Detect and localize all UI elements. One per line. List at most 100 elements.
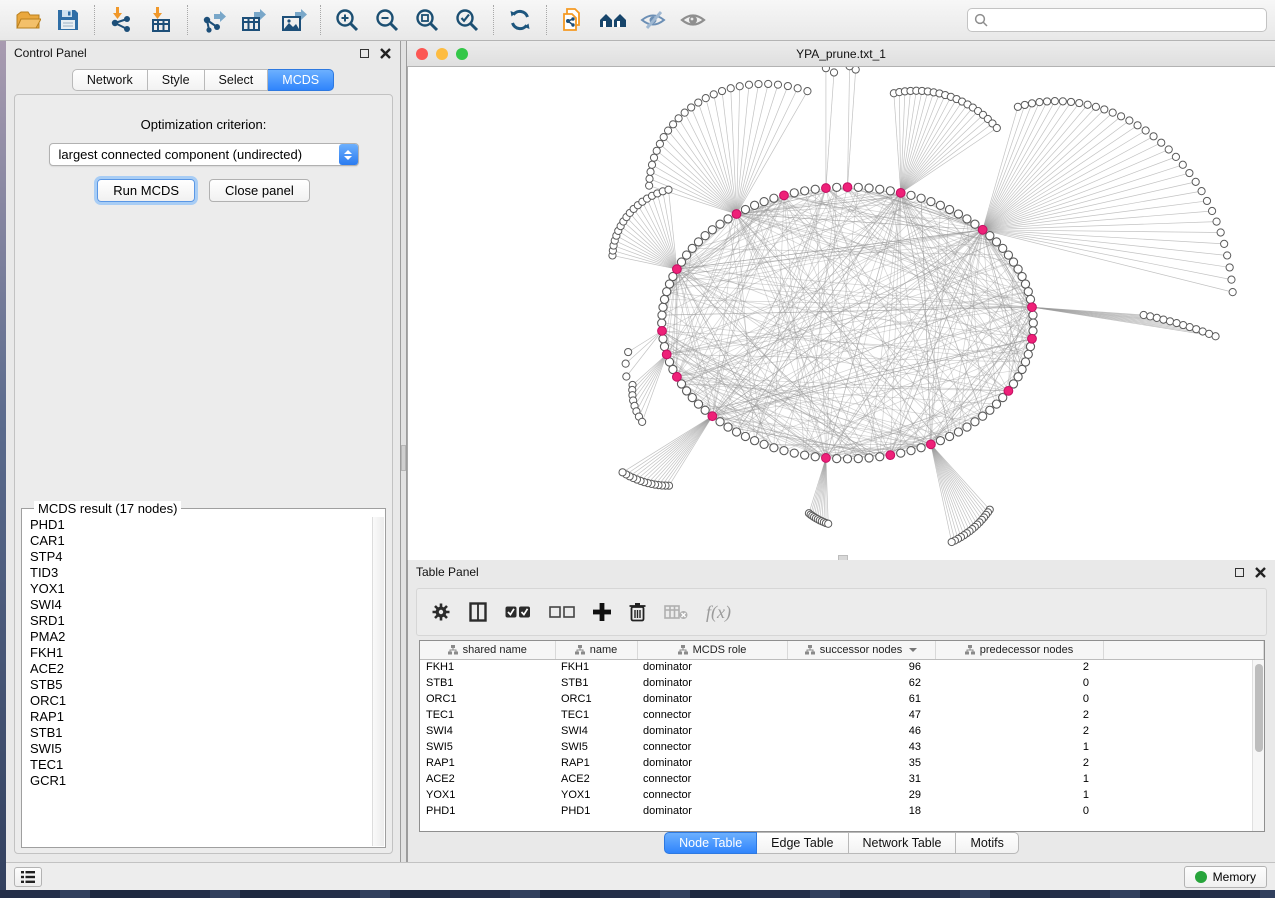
zoom-in-button[interactable] [327,3,367,37]
table-row[interactable]: SWI5SWI5connector431 [420,739,1264,755]
tab-select[interactable]: Select [205,69,269,91]
table-cell[interactable]: 0 [935,691,1103,707]
table-cell[interactable]: 62 [787,675,935,691]
tab-network[interactable]: Network [72,69,148,91]
deselect-all-button[interactable] [549,605,575,619]
table-cell[interactable]: dominator [637,659,787,675]
home-pair-button[interactable] [593,3,633,37]
table-cell[interactable]: 31 [787,771,935,787]
search-box[interactable] [967,8,1267,32]
float-panel-icon[interactable] [1233,566,1246,579]
mcds-result-item[interactable]: YOX1 [30,581,372,597]
table-cell[interactable]: 43 [787,739,935,755]
table-cell[interactable]: TEC1 [555,707,637,723]
table-cell[interactable]: YOX1 [555,787,637,803]
table-cell[interactable]: 0 [935,675,1103,691]
table-cell[interactable]: YOX1 [420,787,555,803]
close-panel-icon[interactable] [1254,566,1267,579]
table-cell[interactable]: 61 [787,691,935,707]
table-row[interactable]: PHD1PHD1dominator180 [420,803,1264,819]
mcds-result-item[interactable]: CAR1 [30,533,372,549]
table-cell[interactable]: RAP1 [420,755,555,771]
table-row[interactable]: ORC1ORC1dominator610 [420,691,1264,707]
table-settings-button[interactable] [431,602,451,622]
table-cell[interactable]: 1 [935,771,1103,787]
mcds-result-item[interactable]: ACE2 [30,661,372,677]
mcds-result-item[interactable]: STB5 [30,677,372,693]
table-cell[interactable]: 1 [935,787,1103,803]
table-tab-motifs[interactable]: Motifs [956,832,1018,854]
table-cell[interactable]: 2 [935,723,1103,739]
close-window-icon[interactable] [416,48,428,60]
column-header-MCDS-role[interactable]: MCDS role [637,641,787,659]
table-row[interactable]: YOX1YOX1connector291 [420,787,1264,803]
table-cell[interactable]: dominator [637,691,787,707]
table-cell[interactable]: PHD1 [420,803,555,819]
table-cell[interactable]: ACE2 [420,771,555,787]
table-cell[interactable]: ORC1 [420,691,555,707]
table-cell[interactable]: 2 [935,659,1103,675]
mcds-result-item[interactable]: RAP1 [30,709,372,725]
save-session-button[interactable] [48,3,88,37]
delete-column-button[interactable] [629,602,646,622]
zoom-out-button[interactable] [367,3,407,37]
table-cell[interactable]: connector [637,739,787,755]
close-panel-button[interactable]: Close panel [209,179,310,202]
mcds-result-list[interactable]: PHD1CAR1STP4TID3YOX1SWI4SRD1PMA2FKH1ACE2… [23,517,372,846]
table-scrollbar[interactable] [1252,660,1264,831]
table-row[interactable]: SWI4SWI4dominator462 [420,723,1264,739]
table-row[interactable]: FKH1FKH1dominator962 [420,659,1264,675]
zoom-selected-button[interactable] [447,3,487,37]
table-cell[interactable]: STB1 [420,675,555,691]
run-mcds-button[interactable]: Run MCDS [97,179,195,202]
table-cell[interactable]: FKH1 [420,659,555,675]
close-panel-icon[interactable] [379,47,392,60]
mcds-result-item[interactable]: PHD1 [30,517,372,533]
float-panel-icon[interactable] [358,47,371,60]
table-cell[interactable]: 2 [935,707,1103,723]
mcds-result-item[interactable]: STB1 [30,725,372,741]
table-cell[interactable]: ACE2 [555,771,637,787]
clone-network-button[interactable] [553,3,593,37]
table-cell[interactable]: 46 [787,723,935,739]
export-network-button[interactable] [194,3,234,37]
column-header-predecessor-nodes[interactable]: predecessor nodes [935,641,1103,659]
zoom-fit-button[interactable] [407,3,447,37]
table-cell[interactable]: connector [637,771,787,787]
table-cell[interactable]: SWI5 [555,739,637,755]
table-cell[interactable]: 35 [787,755,935,771]
maximize-window-icon[interactable] [456,48,468,60]
search-input[interactable] [993,13,1260,27]
table-cell[interactable]: dominator [637,675,787,691]
table-cell[interactable]: dominator [637,755,787,771]
table-cell[interactable]: RAP1 [555,755,637,771]
table-cell[interactable]: STB1 [555,675,637,691]
mcds-result-item[interactable]: ORC1 [30,693,372,709]
table-cell[interactable]: 29 [787,787,935,803]
table-row[interactable]: TEC1TEC1connector472 [420,707,1264,723]
table-cell[interactable]: FKH1 [555,659,637,675]
show-columns-button[interactable] [469,602,487,622]
hide-eye-button[interactable] [633,3,673,37]
table-cell[interactable]: TEC1 [420,707,555,723]
mcds-result-item[interactable]: TEC1 [30,757,372,773]
column-header-shared-name[interactable]: shared name [420,641,555,659]
network-canvas-svg[interactable] [407,67,1275,560]
export-image-button[interactable] [274,3,314,37]
table-cell[interactable]: 47 [787,707,935,723]
mcds-result-item[interactable]: STP4 [30,549,372,565]
table-row[interactable]: ACE2ACE2connector311 [420,771,1264,787]
table-cell[interactable]: SWI4 [555,723,637,739]
table-tab-node-table[interactable]: Node Table [664,832,757,854]
table-cell[interactable]: 1 [935,739,1103,755]
table-cell[interactable]: PHD1 [555,803,637,819]
memory-button[interactable]: Memory [1184,866,1267,888]
table-cell[interactable]: ORC1 [555,691,637,707]
mcds-list-scrollbar[interactable] [372,517,384,846]
table-tab-network-table[interactable]: Network Table [849,832,957,854]
table-cell[interactable]: 2 [935,755,1103,771]
table-scrollbar-thumb[interactable] [1255,664,1263,752]
task-history-button[interactable] [14,867,42,887]
import-table-button[interactable] [141,3,181,37]
export-table-button[interactable] [234,3,274,37]
